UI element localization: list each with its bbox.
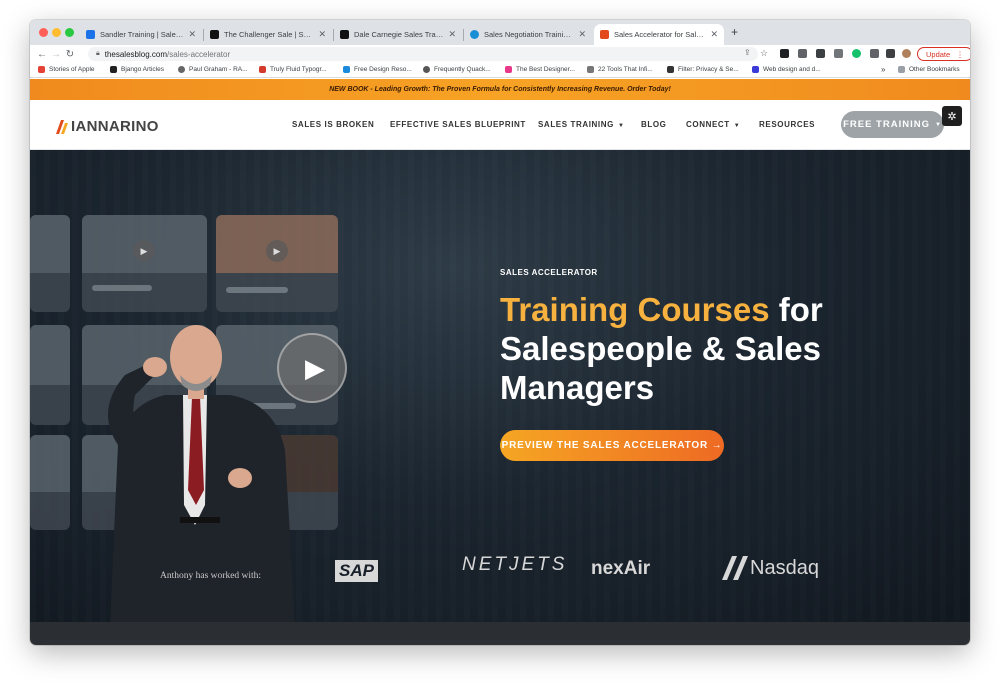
bookmarks-bar: Stories of Apple Bjango Articles Paul Gr… — [30, 63, 970, 78]
share-icon[interactable]: ⇪ — [744, 48, 751, 57]
banner-text: NEW BOOK - Leading Growth: The Proven Fo… — [329, 86, 671, 93]
bookmark-item[interactable]: Free Design Reso... — [343, 66, 412, 73]
browser-tab[interactable]: Dale Carnegie Sales Training: I ✕ — [334, 24, 462, 45]
hubspot-chat-icon[interactable]: ✲ — [942, 106, 962, 126]
nexair-logo: nexAir — [591, 558, 651, 579]
shield-icon[interactable] — [798, 49, 807, 58]
browser-window: Sandler Training | Sales Trainin ✕ The C… — [30, 20, 970, 645]
promo-banner[interactable]: NEW BOOK - Leading Growth: The Proven Fo… — [30, 79, 970, 100]
nav-resources[interactable]: RESOURCES — [759, 120, 815, 129]
update-label: Update — [926, 49, 951, 59]
browser-tab[interactable]: Sandler Training | Sales Trainin ✕ — [80, 24, 202, 45]
tab-close-icon[interactable]: ✕ — [318, 29, 326, 40]
new-tab-button[interactable]: + — [731, 25, 738, 39]
browser-tab[interactable]: The Challenger Sale | Sales, Ma ✕ — [204, 24, 332, 45]
nav-sales-training[interactable]: SALES TRAINING ▼ — [538, 120, 625, 129]
bookmark-item[interactable]: Truly Fluid Typogr... — [259, 66, 327, 73]
star-icon[interactable]: ☆ — [760, 48, 768, 59]
tab-favicon-icon — [86, 30, 95, 39]
logo-text: IANNARINO — [71, 118, 159, 135]
other-bookmarks[interactable]: Other Bookmarks — [898, 66, 960, 73]
nav-blog[interactable]: BLOG — [641, 120, 667, 129]
bookmark-item[interactable]: Filter: Privacy & Se... — [667, 66, 739, 73]
grammarly-icon[interactable] — [852, 49, 861, 58]
reload-icon[interactable]: ↻ — [63, 49, 77, 60]
headline-accent: Training Courses — [500, 291, 770, 328]
maximize-window-button[interactable] — [65, 28, 74, 37]
nasdaq-logo: Nasdaq — [720, 556, 819, 580]
tab-label: The Challenger Sale | Sales, Ma — [224, 30, 314, 39]
extension-icon[interactable] — [816, 49, 825, 58]
netjets-logo: NETJETS — [462, 554, 568, 575]
tab-label: Sales Negotiation Training Cou — [484, 30, 574, 39]
video-card — [30, 435, 70, 530]
bookmark-item[interactable]: Web design and d... — [752, 66, 821, 73]
sidebar-icon[interactable] — [886, 49, 895, 58]
tab-favicon-icon — [210, 30, 219, 39]
bookmark-item[interactable]: Frequently Quack... — [423, 66, 491, 73]
nav-sales-is-broken[interactable]: SALES IS BROKEN — [292, 120, 374, 129]
video-card — [30, 325, 70, 425]
bookmark-item[interactable]: The Best Designer... — [505, 66, 575, 73]
tab-label: Sandler Training | Sales Trainin — [100, 30, 184, 39]
chevron-down-icon: ▼ — [617, 123, 625, 129]
url-host: thesalesblog.com — [104, 49, 167, 59]
logo-mark-icon — [56, 119, 68, 134]
tab-favicon-icon — [340, 30, 349, 39]
folder-icon — [898, 66, 905, 73]
play-video-button[interactable]: ▶ — [277, 333, 347, 403]
tab-label: Sales Accelerator for Sales Ma — [614, 30, 707, 39]
bookmark-item[interactable]: Bjango Articles — [110, 66, 164, 73]
back-icon[interactable]: ← — [35, 49, 49, 60]
tab-close-icon[interactable]: ✕ — [448, 29, 456, 40]
tab-close-icon[interactable]: ✕ — [578, 29, 586, 40]
extension-icon[interactable] — [834, 49, 843, 58]
tab-favicon-icon — [470, 30, 479, 39]
tab-favicon-icon — [600, 30, 609, 39]
tab-strip: Sandler Training | Sales Trainin ✕ The C… — [30, 20, 970, 45]
extension-icon[interactable] — [780, 49, 789, 58]
browser-toolbar: ← → ↻ 🔒︎ thesalesblog.com/sales-accelera… — [30, 45, 970, 63]
hero-section: ▶ ▶ ▶ SALES ACCELERATOR Training Courses… — [30, 150, 970, 622]
nav-effective-sales-blueprint[interactable]: EFFECTIVE SALES BLUEPRINT — [390, 120, 526, 129]
hero-headline: Training Courses for Salespeople & Sales… — [500, 291, 823, 406]
tab-close-icon[interactable]: ✕ — [188, 29, 196, 40]
bookmark-item[interactable]: 22 Tools That Infi... — [587, 66, 653, 73]
nasdaq-mark-icon — [722, 556, 748, 580]
avatar[interactable] — [902, 49, 911, 58]
puzzle-icon[interactable] — [870, 49, 879, 58]
more-icon: ⋮ — [956, 49, 964, 59]
close-window-button[interactable] — [39, 28, 48, 37]
video-card — [30, 215, 70, 312]
browser-tab[interactable]: Sales Negotiation Training Cou ✕ — [464, 24, 592, 45]
worked-with-label: Anthony has worked with: — [160, 571, 262, 581]
section-divider — [30, 622, 970, 645]
speaker-photo — [108, 325, 295, 622]
tab-close-icon[interactable]: ✕ — [710, 29, 718, 40]
lock-icon: 🔒︎ — [96, 50, 100, 57]
free-training-button[interactable]: FREE TRAINING ▼ — [841, 111, 944, 138]
browser-tab-active[interactable]: Sales Accelerator for Sales Ma ✕ — [594, 24, 724, 45]
hero-eyebrow: SALES ACCELERATOR — [500, 268, 598, 277]
forward-icon[interactable]: → — [49, 49, 63, 60]
nav-connect[interactable]: CONNECT ▼ — [686, 120, 740, 129]
site-header: IANNARINO SALES IS BROKEN EFFECTIVE SALE… — [30, 100, 970, 150]
minimize-window-button[interactable] — [52, 28, 61, 37]
sap-logo: SAP — [335, 560, 378, 582]
site-logo[interactable]: IANNARINO — [56, 118, 159, 135]
chevron-down-icon: ▼ — [733, 123, 741, 129]
chevron-down-icon: ▼ — [934, 121, 942, 128]
bookmark-item[interactable]: Stories of Apple — [38, 66, 95, 73]
free-training-label: FREE TRAINING — [843, 119, 930, 130]
tab-label: Dale Carnegie Sales Training: I — [354, 30, 444, 39]
bookmarks-overflow-icon[interactable]: » — [881, 65, 885, 74]
bookmark-item[interactable]: Paul Graham - RA... — [178, 66, 248, 73]
cta-label: PREVIEW THE SALES ACCELERATOR → — [501, 440, 723, 451]
update-button[interactable]: Update ⋮ — [917, 47, 970, 61]
url-path: /sales-accelerator — [167, 49, 231, 59]
preview-sales-accelerator-button[interactable]: PREVIEW THE SALES ACCELERATOR → — [500, 430, 724, 461]
address-bar[interactable]: 🔒︎ thesalesblog.com/sales-accelerator — [88, 47, 758, 61]
